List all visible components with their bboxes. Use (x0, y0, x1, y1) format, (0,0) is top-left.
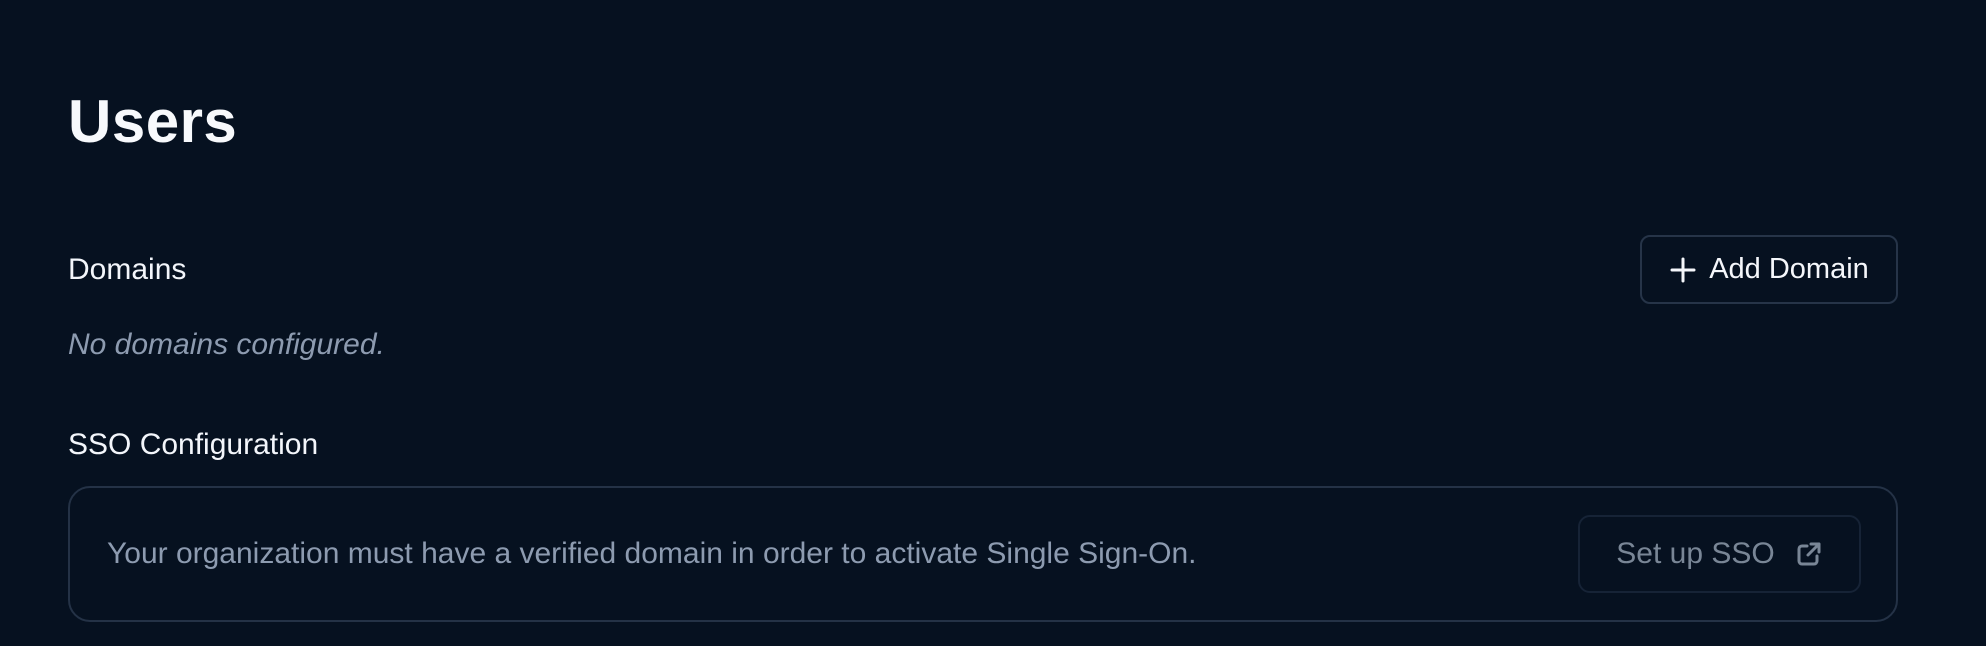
sso-configuration-panel: Your organization must have a verified d… (68, 486, 1898, 622)
plus-icon (1669, 256, 1697, 284)
set-up-sso-button[interactable]: Set up SSO (1578, 515, 1861, 593)
external-link-icon (1795, 540, 1823, 568)
add-domain-button-label: Add Domain (1709, 253, 1869, 285)
domains-section-title: Domains (68, 253, 187, 286)
sso-requirement-message: Your organization must have a verified d… (107, 537, 1197, 570)
sso-configuration-title: SSO Configuration (68, 428, 319, 461)
page-title: Users (68, 88, 238, 155)
set-up-sso-button-label: Set up SSO (1616, 537, 1775, 570)
domains-empty-state: No domains configured. (68, 328, 385, 361)
add-domain-button[interactable]: Add Domain (1640, 235, 1898, 304)
users-settings-page: Users Domains Add Domain No domains conf… (0, 0, 1986, 646)
